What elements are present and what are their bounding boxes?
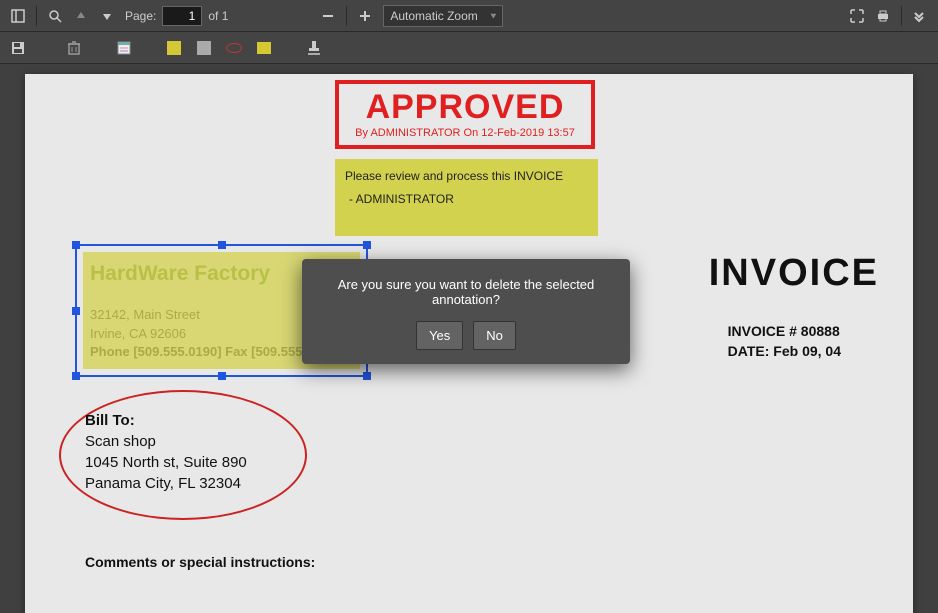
- zoom-in-icon[interactable]: [353, 4, 377, 28]
- resize-handle-tm[interactable]: [218, 241, 226, 249]
- rectangle-tool-icon[interactable]: [192, 36, 216, 60]
- panel-icon[interactable]: [112, 36, 136, 60]
- tools-icon[interactable]: [908, 4, 932, 28]
- highlight-tool-icon[interactable]: [252, 36, 276, 60]
- resize-handle-bm[interactable]: [218, 372, 226, 380]
- resize-handle-tr[interactable]: [363, 241, 371, 249]
- yes-button[interactable]: Yes: [416, 321, 463, 350]
- zoom-select-label: Automatic Zoom: [390, 9, 477, 23]
- invoice-title: INVOICE: [709, 252, 879, 295]
- save-icon[interactable]: [6, 36, 30, 60]
- print-icon[interactable]: [871, 4, 895, 28]
- sticky-note-annotation[interactable]: Please review and process this INVOICE -…: [335, 159, 598, 236]
- invoice-meta: INVOICE # 80888 DATE: Feb 09, 04: [728, 322, 841, 361]
- bill-to-addr2: Panama City, FL 32304: [85, 473, 247, 494]
- sidebar-toggle-icon[interactable]: [6, 4, 30, 28]
- no-button[interactable]: No: [473, 321, 516, 350]
- confirm-delete-dialog: Are you sure you want to delete the sele…: [302, 259, 630, 364]
- invoice-date: DATE: Feb 09, 04: [728, 342, 841, 362]
- ellipse-tool-icon[interactable]: [222, 36, 246, 60]
- resize-handle-bl[interactable]: [72, 372, 80, 380]
- resize-handle-br[interactable]: [363, 372, 371, 380]
- zoom-out-icon[interactable]: [316, 4, 340, 28]
- stamp-title: APPROVED: [339, 88, 591, 127]
- resize-handle-tl[interactable]: [72, 241, 80, 249]
- dialog-message: Are you sure you want to delete the sele…: [316, 277, 616, 307]
- next-page-icon[interactable]: [95, 4, 119, 28]
- page-number-input[interactable]: [162, 6, 202, 26]
- bill-to-addr1: 1045 North st, Suite 890: [85, 452, 247, 473]
- delete-icon[interactable]: [62, 36, 86, 60]
- sticky-note-tool-icon[interactable]: [162, 36, 186, 60]
- pdf-toolbar: Page: of 1 Automatic Zoom: [0, 0, 938, 32]
- bill-to-name: Scan shop: [85, 431, 247, 452]
- bill-to-label: Bill To:: [85, 410, 247, 431]
- page-label: Page:: [125, 9, 156, 23]
- sticky-note-line: Please review and process this INVOICE: [345, 167, 588, 186]
- resize-handle-ml[interactable]: [72, 307, 80, 315]
- bill-to-block: Bill To: Scan shop 1045 North st, Suite …: [85, 410, 247, 494]
- prev-page-icon[interactable]: [69, 4, 93, 28]
- stamp-byline: By ADMINISTRATOR On 12-Feb-2019 13:57: [339, 127, 591, 139]
- sticky-note-author: - ADMINISTRATOR: [345, 190, 588, 209]
- find-icon[interactable]: [43, 4, 67, 28]
- zoom-select[interactable]: Automatic Zoom: [383, 5, 503, 27]
- page-total-label: of 1: [208, 9, 228, 23]
- presentation-icon[interactable]: [845, 4, 869, 28]
- annotation-toolbar: [0, 32, 938, 64]
- comments-label: Comments or special instructions:: [85, 554, 315, 570]
- approved-stamp[interactable]: APPROVED By ADMINISTRATOR On 12-Feb-2019…: [335, 80, 595, 149]
- invoice-number: INVOICE # 80888: [728, 322, 841, 342]
- stamp-tool-icon[interactable]: [302, 36, 326, 60]
